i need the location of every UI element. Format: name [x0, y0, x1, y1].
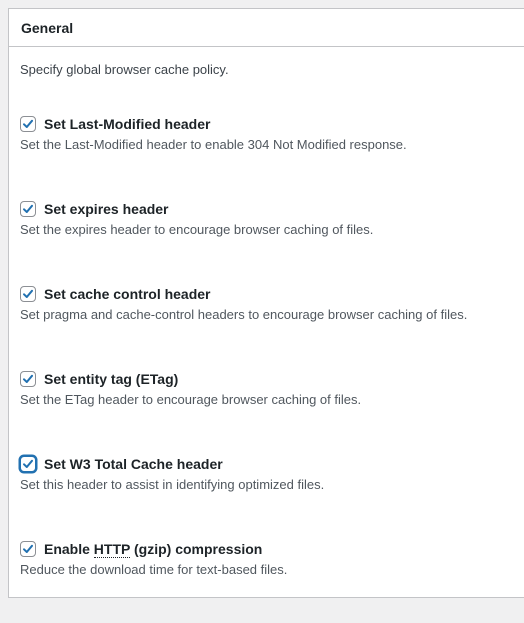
w3tc-header-label[interactable]: Set W3 Total Cache header: [20, 453, 520, 475]
http-abbreviation: HTTP: [93, 541, 131, 558]
gzip-description: Reduce the download time for text-based …: [20, 562, 288, 577]
option-last-modified: Set Last-Modified header Set the Last-Mo…: [20, 113, 520, 198]
gzip-text-before: Enable: [44, 541, 94, 557]
expires-checkbox[interactable]: [20, 201, 36, 217]
cache-control-text: Set cache control header: [44, 286, 211, 302]
settings-panel: General Specify global browser cache pol…: [8, 8, 524, 598]
expires-text: Set expires header: [44, 201, 169, 217]
etag-text: Set entity tag (ETag): [44, 371, 179, 387]
w3tc-header-text: Set W3 Total Cache header: [44, 456, 223, 472]
checkmark-icon: [23, 544, 33, 553]
option-expires: Set expires header Set the expires heade…: [20, 198, 520, 283]
last-modified-text: Set Last-Modified header: [44, 116, 211, 132]
option-cache-control: Set cache control header Set pragma and …: [20, 283, 520, 368]
checkmark-icon: [23, 289, 33, 298]
gzip-checkbox[interactable]: [20, 541, 36, 557]
option-gzip: Enable HTTP (gzip) compression Reduce th…: [20, 538, 520, 623]
cache-control-description: Set pragma and cache-control headers to …: [20, 307, 468, 322]
etag-checkbox[interactable]: [20, 371, 36, 387]
option-w3tc-header: Set W3 Total Cache header Set this heade…: [20, 453, 520, 538]
etag-description: Set the ETag header to encourage browser…: [20, 392, 362, 407]
cache-control-label[interactable]: Set cache control header: [20, 283, 520, 305]
checkmark-icon: [23, 374, 33, 383]
cache-control-checkbox[interactable]: [20, 286, 36, 302]
checkmark-icon: [23, 204, 33, 213]
section-title: General: [9, 9, 524, 47]
checkmark-icon: [23, 119, 33, 128]
checkmark-icon: [23, 459, 33, 468]
expires-description: Set the expires header to encourage brow…: [20, 222, 374, 237]
gzip-text: Enable HTTP (gzip) compression: [44, 541, 263, 558]
gzip-label[interactable]: Enable HTTP (gzip) compression: [20, 538, 520, 560]
option-etag: Set entity tag (ETag) Set the ETag heade…: [20, 368, 520, 453]
w3tc-header-description: Set this header to assist in identifying…: [20, 477, 325, 492]
gzip-text-after: (gzip) compression: [130, 541, 263, 557]
etag-label[interactable]: Set entity tag (ETag): [20, 368, 520, 390]
last-modified-description: Set the Last-Modified header to enable 3…: [20, 137, 407, 152]
last-modified-label[interactable]: Set Last-Modified header: [20, 113, 520, 135]
last-modified-checkbox[interactable]: [20, 116, 36, 132]
w3tc-header-checkbox[interactable]: [20, 456, 36, 472]
expires-label[interactable]: Set expires header: [20, 198, 520, 220]
section-description: Specify global browser cache policy.: [20, 62, 229, 77]
